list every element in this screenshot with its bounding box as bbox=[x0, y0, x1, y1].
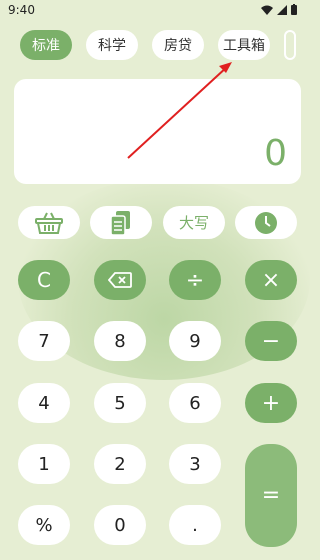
status-bar: 9:40 bbox=[0, 0, 315, 22]
uppercase-button[interactable]: 大写 bbox=[163, 206, 225, 239]
backspace-button[interactable] bbox=[94, 260, 146, 300]
key-2[interactable]: 2 bbox=[94, 444, 146, 484]
wifi-icon bbox=[261, 5, 273, 15]
tab-scientific[interactable]: 科学 bbox=[86, 30, 138, 60]
key-6[interactable]: 6 bbox=[169, 383, 221, 423]
mode-tabs: 标准 科学 房贷 工具箱 bbox=[0, 30, 315, 62]
percent-button[interactable]: % bbox=[18, 505, 70, 545]
equals-button[interactable]: = bbox=[245, 444, 297, 547]
clear-button[interactable]: C bbox=[18, 260, 70, 300]
minus-button[interactable]: − bbox=[245, 321, 297, 361]
multiply-button[interactable]: × bbox=[245, 260, 297, 300]
basket-icon bbox=[35, 212, 63, 234]
calculator-display: 0 bbox=[14, 79, 301, 184]
key-9[interactable]: 9 bbox=[169, 321, 221, 361]
tab-toolbox[interactable]: 工具箱 bbox=[218, 30, 270, 60]
key-5[interactable]: 5 bbox=[94, 383, 146, 423]
decimal-button[interactable]: . bbox=[169, 505, 221, 545]
display-value: 0 bbox=[264, 133, 287, 174]
key-0[interactable]: 0 bbox=[94, 505, 146, 545]
copy-icon bbox=[110, 210, 130, 236]
copy-button[interactable] bbox=[90, 206, 152, 239]
backspace-icon bbox=[108, 272, 132, 288]
history-basket-button[interactable] bbox=[18, 206, 80, 239]
clock-icon bbox=[255, 211, 277, 234]
side-panel-handle[interactable] bbox=[284, 30, 296, 60]
clock-button[interactable] bbox=[235, 206, 297, 239]
tab-standard[interactable]: 标准 bbox=[20, 30, 72, 60]
key-7[interactable]: 7 bbox=[18, 321, 70, 361]
key-8[interactable]: 8 bbox=[94, 321, 146, 361]
plus-button[interactable]: + bbox=[245, 383, 297, 423]
key-4[interactable]: 4 bbox=[18, 383, 70, 423]
divide-button[interactable]: ÷ bbox=[169, 260, 221, 300]
signal-icon bbox=[277, 4, 287, 15]
tab-mortgage[interactable]: 房贷 bbox=[152, 30, 204, 60]
status-time: 9:40 bbox=[8, 3, 35, 17]
status-icons bbox=[261, 4, 297, 15]
key-1[interactable]: 1 bbox=[18, 444, 70, 484]
key-3[interactable]: 3 bbox=[169, 444, 221, 484]
battery-icon bbox=[291, 4, 297, 15]
